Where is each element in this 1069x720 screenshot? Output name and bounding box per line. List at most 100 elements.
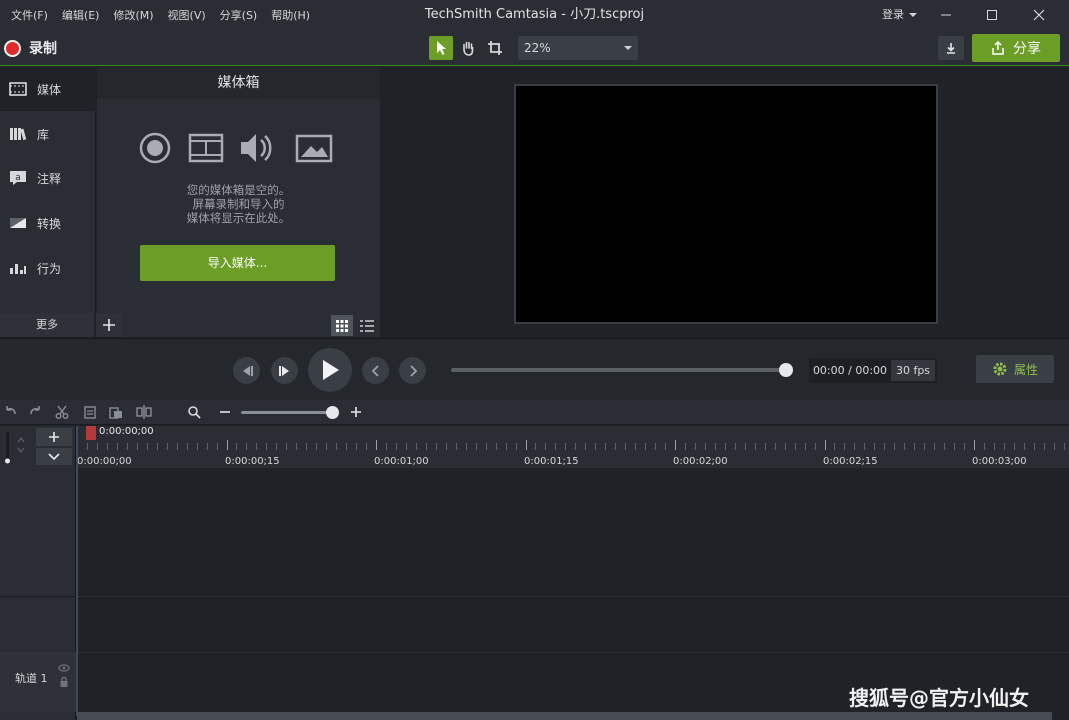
playhead-handle[interactable]	[86, 426, 96, 440]
properties-button[interactable]: 属性	[976, 355, 1054, 383]
track-name: 轨道 1	[15, 672, 48, 685]
main-toolbar: 录制 22% 分享	[0, 30, 1069, 66]
close-button[interactable]	[1016, 0, 1062, 30]
add-button[interactable]	[96, 313, 122, 337]
timeline-ruler[interactable]: 0:00:00;00 0:00:00;15 0:00:01;00 0:00:01…	[77, 426, 1069, 468]
plus-icon	[351, 407, 361, 417]
sidebar-item-media[interactable]: 媒体	[0, 67, 96, 111]
behavior-icon	[8, 260, 28, 276]
properties-label: 属性	[1013, 362, 1038, 377]
menu-share[interactable]: 分享(S)	[213, 7, 265, 23]
add-track-button[interactable]	[36, 428, 72, 446]
previous-marker-button[interactable]	[362, 357, 389, 384]
sidebar-item-transitions[interactable]: 转换	[0, 201, 96, 245]
media-bin-panel: 媒体箱 您的媒体箱是空的。 屏幕录制和导入的 媒体将显示在此处。 导入媒体...	[97, 67, 380, 313]
share-icon	[992, 41, 1004, 55]
minimize-icon	[941, 14, 951, 16]
menu-file[interactable]: 文件(F)	[4, 7, 55, 23]
zoom-in-button[interactable]	[346, 403, 366, 421]
ruler-label: 0:00:02;00	[673, 456, 728, 467]
grid-icon	[336, 319, 348, 332]
sidebar-item-label: 转换	[37, 216, 62, 231]
zoom-dropdown[interactable]: 22%	[518, 36, 638, 60]
camtasia-window: 文件(F) 编辑(E) 修改(M) 视图(V) 分享(S) 帮助(H) Tech…	[0, 0, 1069, 720]
scrubber-handle[interactable]	[779, 363, 793, 377]
cut-button[interactable]	[52, 403, 72, 421]
track-header[interactable]: 轨道 1	[0, 652, 76, 712]
media-type-icons	[137, 131, 342, 167]
chevron-right-icon	[409, 364, 417, 377]
pan-tool-button[interactable]	[456, 36, 480, 60]
menu-view[interactable]: 视图(V)	[161, 7, 213, 23]
chevron-left-icon	[371, 364, 379, 377]
step-forward-button[interactable]	[271, 357, 298, 384]
crop-tool-button[interactable]	[483, 36, 507, 60]
menu-edit[interactable]: 编辑(E)	[55, 7, 107, 23]
chevron-down-icon	[624, 46, 632, 50]
more-button[interactable]: 更多	[0, 313, 94, 337]
sidebar-item-annotations[interactable]: a 注释	[0, 156, 96, 200]
split-button[interactable]	[134, 403, 154, 421]
plus-icon	[103, 319, 115, 331]
sidebar-item-library[interactable]: 库	[0, 112, 96, 156]
ruler-label: 0:00:00;00	[77, 456, 132, 467]
play-button[interactable]	[308, 348, 352, 392]
film-icon	[188, 133, 224, 163]
record-icon	[139, 132, 171, 164]
redo-icon	[30, 406, 40, 415]
svg-text:a: a	[15, 173, 21, 183]
chevron-down-icon	[909, 13, 917, 17]
empty-message-line: 您的媒体箱是空的。	[186, 183, 291, 197]
timeline-horizontal-scrollbar[interactable]	[77, 712, 1052, 720]
audio-icon	[241, 134, 272, 162]
paste-button[interactable]	[106, 403, 126, 421]
track-divider	[0, 596, 76, 597]
playback-scrubber[interactable]	[451, 368, 787, 372]
download-icon	[947, 43, 955, 54]
paste-icon	[109, 407, 122, 419]
empty-message-line: 屏幕录制和导入的	[192, 197, 285, 211]
redo-button[interactable]	[26, 403, 46, 421]
lock-icon[interactable]	[60, 676, 68, 688]
player-controls: 00:00 / 00:00 30 fps 属性	[0, 338, 1069, 400]
zoom-to-fit-button[interactable]	[184, 403, 204, 421]
crop-icon	[488, 41, 502, 55]
share-button[interactable]: 分享	[972, 34, 1060, 62]
undo-button[interactable]	[0, 403, 20, 421]
sidebar-item-label: 库	[37, 127, 50, 142]
select-tool-button[interactable]	[429, 36, 453, 60]
login-dropdown[interactable]: 登录	[882, 0, 917, 30]
collapse-tracks-button[interactable]	[36, 448, 72, 465]
split-icon	[136, 405, 152, 419]
zoom-out-button[interactable]	[215, 403, 235, 421]
close-icon	[1033, 9, 1045, 21]
chevron-down-icon	[48, 452, 60, 460]
ruler-label: 0:00:02;15	[823, 456, 878, 467]
play-icon	[323, 360, 339, 380]
time-readout: 00:00 / 00:00	[812, 364, 888, 377]
grid-view-button[interactable]	[331, 315, 353, 336]
menu-help[interactable]: 帮助(H)	[264, 7, 317, 23]
eye-icon[interactable]	[58, 664, 70, 672]
step-back-button[interactable]	[233, 357, 260, 384]
download-button[interactable]	[938, 36, 964, 60]
ruler-ticks	[77, 440, 1065, 450]
sidebar-item-behaviors[interactable]: 行为	[0, 246, 96, 290]
import-media-button[interactable]: 导入媒体...	[140, 245, 335, 281]
minimize-button[interactable]	[923, 0, 969, 30]
maximize-button[interactable]	[969, 0, 1015, 30]
annotation-icon: a	[8, 170, 28, 186]
menu-modify[interactable]: 修改(M)	[106, 7, 160, 23]
copy-button[interactable]	[80, 403, 100, 421]
list-view-button[interactable]	[356, 315, 378, 336]
zoom-slider-handle[interactable]	[326, 406, 339, 419]
video-canvas[interactable]	[514, 84, 938, 324]
timeline-zoom-slider[interactable]	[241, 411, 333, 414]
ruler-label: 0:00:01;15	[524, 456, 579, 467]
copy-icon	[84, 406, 96, 419]
playhead-line	[76, 426, 78, 716]
share-label: 分享	[1013, 41, 1041, 57]
next-marker-button[interactable]	[399, 357, 426, 384]
record-button[interactable]: 录制	[4, 37, 57, 59]
sidebar-item-label: 行为	[37, 261, 62, 276]
